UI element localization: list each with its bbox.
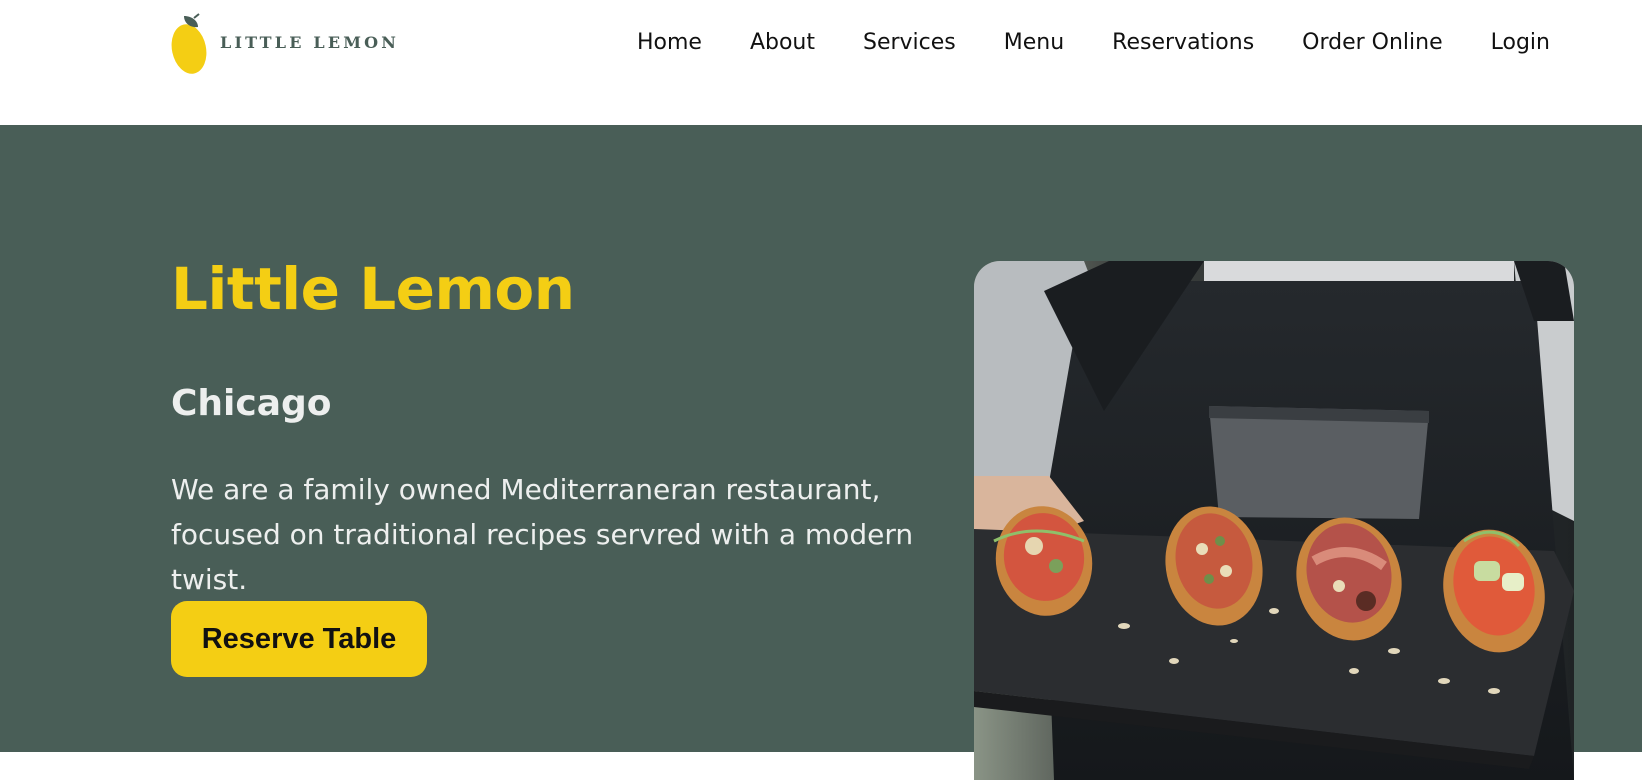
reserve-table-button[interactable]: Reserve Table	[171, 601, 427, 677]
hero-city: Chicago	[171, 383, 332, 424]
hero-food-image	[974, 261, 1574, 780]
nav-about[interactable]: About	[750, 30, 815, 55]
nav-services[interactable]: Services	[863, 30, 956, 55]
hero-description: We are a family owned Mediterraneran res…	[171, 473, 914, 596]
nav-order-online[interactable]: Order Online	[1302, 30, 1442, 55]
hero-title: Little Lemon	[171, 255, 575, 323]
nav-menu[interactable]: Menu	[1004, 30, 1064, 55]
nav-login[interactable]: Login	[1491, 30, 1550, 55]
logo-link[interactable]: LITTLE LEMON	[170, 12, 399, 76]
main-nav: Home About Services Menu Reservations Or…	[637, 30, 1550, 55]
logo-text: LITTLE LEMON	[220, 32, 400, 52]
nav-home[interactable]: Home	[637, 30, 702, 55]
nav-reservations[interactable]: Reservations	[1112, 30, 1254, 55]
hero-image-illustration	[974, 261, 1574, 780]
lemon-icon	[171, 13, 207, 74]
site-header: LITTLE LEMON Home About Services Menu Re…	[0, 0, 1642, 125]
